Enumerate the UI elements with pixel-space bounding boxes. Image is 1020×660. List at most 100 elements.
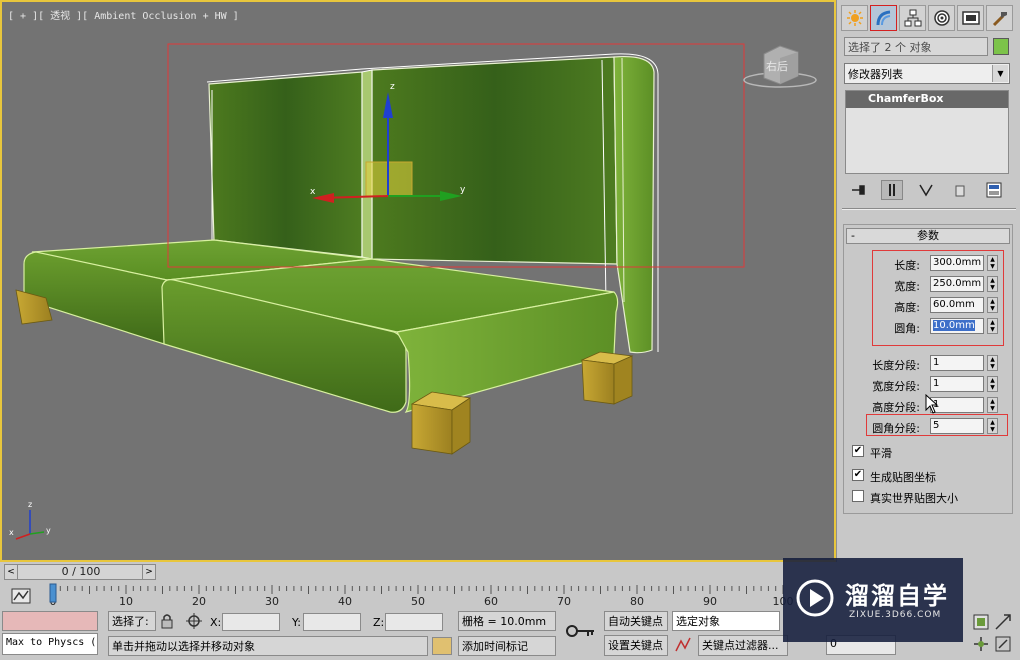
param-width-segs-input[interactable]: 1 xyxy=(930,376,984,392)
show-end-result-icon xyxy=(889,184,895,196)
back-side xyxy=(613,55,655,354)
highlight-box xyxy=(872,250,1004,346)
pin-icon xyxy=(852,185,865,195)
gizmo-x-label: x xyxy=(310,187,316,197)
parameters-rollout: - 参数 长度: 300.0mm ▲ ▼ 宽度: 250.0mm ▲ ▼ 高度: 6… xyxy=(843,224,1013,514)
lock-icon xyxy=(161,614,173,629)
timeline-ruler[interactable]: 0102030405060708090100 xyxy=(48,582,836,608)
key-selection-dropdown[interactable]: 选定对象 xyxy=(672,611,780,631)
pin-stack-button[interactable] xyxy=(847,180,869,200)
viewport-label[interactable]: [ + ][ 透视 ][ Ambient Occlusion + HW ] xyxy=(8,7,239,22)
curve-editor-button[interactable] xyxy=(8,586,34,606)
curve-editor-icon xyxy=(11,588,31,604)
spinner-icon[interactable]: ▲ ▼ xyxy=(987,397,998,413)
zoom-extents-icon[interactable] xyxy=(972,613,990,631)
svg-text:x: x xyxy=(9,528,14,537)
x-coord-input[interactable] xyxy=(222,613,280,631)
utilities-tab[interactable] xyxy=(986,5,1013,31)
stack-toolbar xyxy=(847,179,1013,201)
watermark-url: ZIXUE.3D66.COM xyxy=(849,610,942,620)
perspective-viewport[interactable]: z x y 右后 z x y [ + ][ 透视 ][ Ambient Occl… xyxy=(0,0,836,562)
gizmo-y-label: y xyxy=(460,185,466,195)
prompt-line: 单击并拖动以选择并移动对象 xyxy=(108,636,428,656)
selection-lock-button[interactable] xyxy=(160,613,176,629)
create-tab[interactable] xyxy=(841,5,868,31)
smooth-checkbox[interactable]: ✔ 平滑 xyxy=(852,444,1012,460)
divider xyxy=(842,208,1016,210)
highlight-box xyxy=(866,414,1008,436)
display-tab[interactable] xyxy=(957,5,984,31)
time-tag-button[interactable] xyxy=(432,637,452,655)
svg-text:z: z xyxy=(28,500,32,509)
grid-size: 栅格 = 10.0mm xyxy=(458,611,556,631)
object-color-swatch[interactable] xyxy=(993,38,1009,55)
utilities-icon xyxy=(992,12,1007,27)
world-axis-tripod xyxy=(15,510,45,540)
chevron-down-icon[interactable]: ▼ xyxy=(992,65,1008,82)
param-label: 长度分段: xyxy=(872,359,920,372)
spinner-icon[interactable]: ▲ ▼ xyxy=(987,355,998,371)
spinner-icon[interactable]: ▲ ▼ xyxy=(987,376,998,392)
make-unique-icon xyxy=(919,184,933,197)
remove-modifier-icon xyxy=(955,185,965,197)
timeline-tick-label: 50 xyxy=(411,595,425,608)
absolute-mode-button[interactable] xyxy=(186,613,204,631)
maximize-viewport-icon[interactable] xyxy=(994,635,1012,653)
key-filters-button[interactable]: 关键点过滤器... xyxy=(698,635,788,656)
hierarchy-tab[interactable] xyxy=(899,5,926,31)
default-tangent-button[interactable] xyxy=(674,636,694,656)
motion-icon xyxy=(933,10,950,26)
timeline-tick-label: 20 xyxy=(192,595,206,608)
motion-tab[interactable] xyxy=(928,5,955,31)
x-label: X: xyxy=(210,616,222,629)
timeline-tick-label: 80 xyxy=(630,595,644,608)
gen-mapping-coords-checkbox[interactable]: ✔ 生成贴图坐标 xyxy=(852,468,1012,484)
z-coord-input[interactable] xyxy=(385,613,443,631)
modifier-list-dropdown[interactable]: 修改器列表 ▼ xyxy=(844,63,1010,84)
checkbox-box[interactable]: ✔ xyxy=(852,445,864,457)
gizmo-z-label: z xyxy=(390,82,395,92)
timeline-tick-label: 40 xyxy=(338,595,352,608)
set-key-button[interactable]: 设置关键点 xyxy=(604,635,668,656)
checkbox-box[interactable]: ✔ xyxy=(852,469,864,481)
leg-front-center xyxy=(410,391,472,455)
hierarchy-icon xyxy=(904,9,921,27)
configure-modifier-sets-button[interactable] xyxy=(983,180,1005,200)
timeline-tick-label: 10 xyxy=(119,595,133,608)
prev-frame-button[interactable]: < xyxy=(5,565,18,579)
y-label: Y: xyxy=(292,616,301,629)
remove-modifier-button[interactable] xyxy=(949,180,971,200)
add-time-tag-button[interactable]: 添加时间标记 xyxy=(458,636,556,656)
auto-key-button[interactable]: 自动关键点 xyxy=(604,611,668,631)
y-coord-input[interactable] xyxy=(303,613,361,631)
time-slider-thumb[interactable]: 0 / 100 xyxy=(19,565,143,579)
time-slider: < 0 / 100 > xyxy=(0,562,836,582)
fov-icon[interactable] xyxy=(994,613,1012,631)
pan-icon[interactable] xyxy=(972,635,990,653)
set-key-mode-button[interactable] xyxy=(564,618,600,648)
maxscript-mini-listener[interactable]: Max to Physcs ( xyxy=(2,633,98,655)
object-name-field[interactable]: 选择了 2 个 对象 xyxy=(844,37,988,56)
configure-icon xyxy=(986,182,1002,198)
time-slider-track[interactable]: < 0 / 100 > xyxy=(4,564,156,580)
collapse-icon[interactable]: - xyxy=(851,229,855,243)
next-frame-button[interactable]: > xyxy=(142,565,155,579)
checkbox-label: 生成贴图坐标 xyxy=(870,471,936,484)
watermark-title: 溜溜自学 xyxy=(845,582,949,610)
parameters-rollout-header[interactable]: - 参数 xyxy=(846,228,1010,244)
stack-item-chamferbox[interactable]: ChamferBox xyxy=(846,91,1008,108)
viewcube-label: 右后 xyxy=(766,59,788,73)
param-label: 宽度分段: xyxy=(872,380,920,393)
z-label: Z: xyxy=(373,616,385,629)
make-unique-button[interactable] xyxy=(915,180,937,200)
mouse-cursor-icon xyxy=(925,394,939,414)
timeline-tick-label: 70 xyxy=(557,595,571,608)
checkbox-box[interactable] xyxy=(852,490,864,502)
modify-tab[interactable] xyxy=(870,5,897,31)
param-length-segs-input[interactable]: 1 xyxy=(930,355,984,371)
maxscript-listener-top[interactable] xyxy=(2,611,98,631)
show-end-result-button[interactable] xyxy=(881,180,903,200)
modifier-stack[interactable]: ChamferBox xyxy=(845,90,1009,174)
param-label: 高度分段: xyxy=(872,401,920,414)
real-world-map-size-checkbox[interactable]: 真实世界贴图大小 xyxy=(852,489,1012,505)
